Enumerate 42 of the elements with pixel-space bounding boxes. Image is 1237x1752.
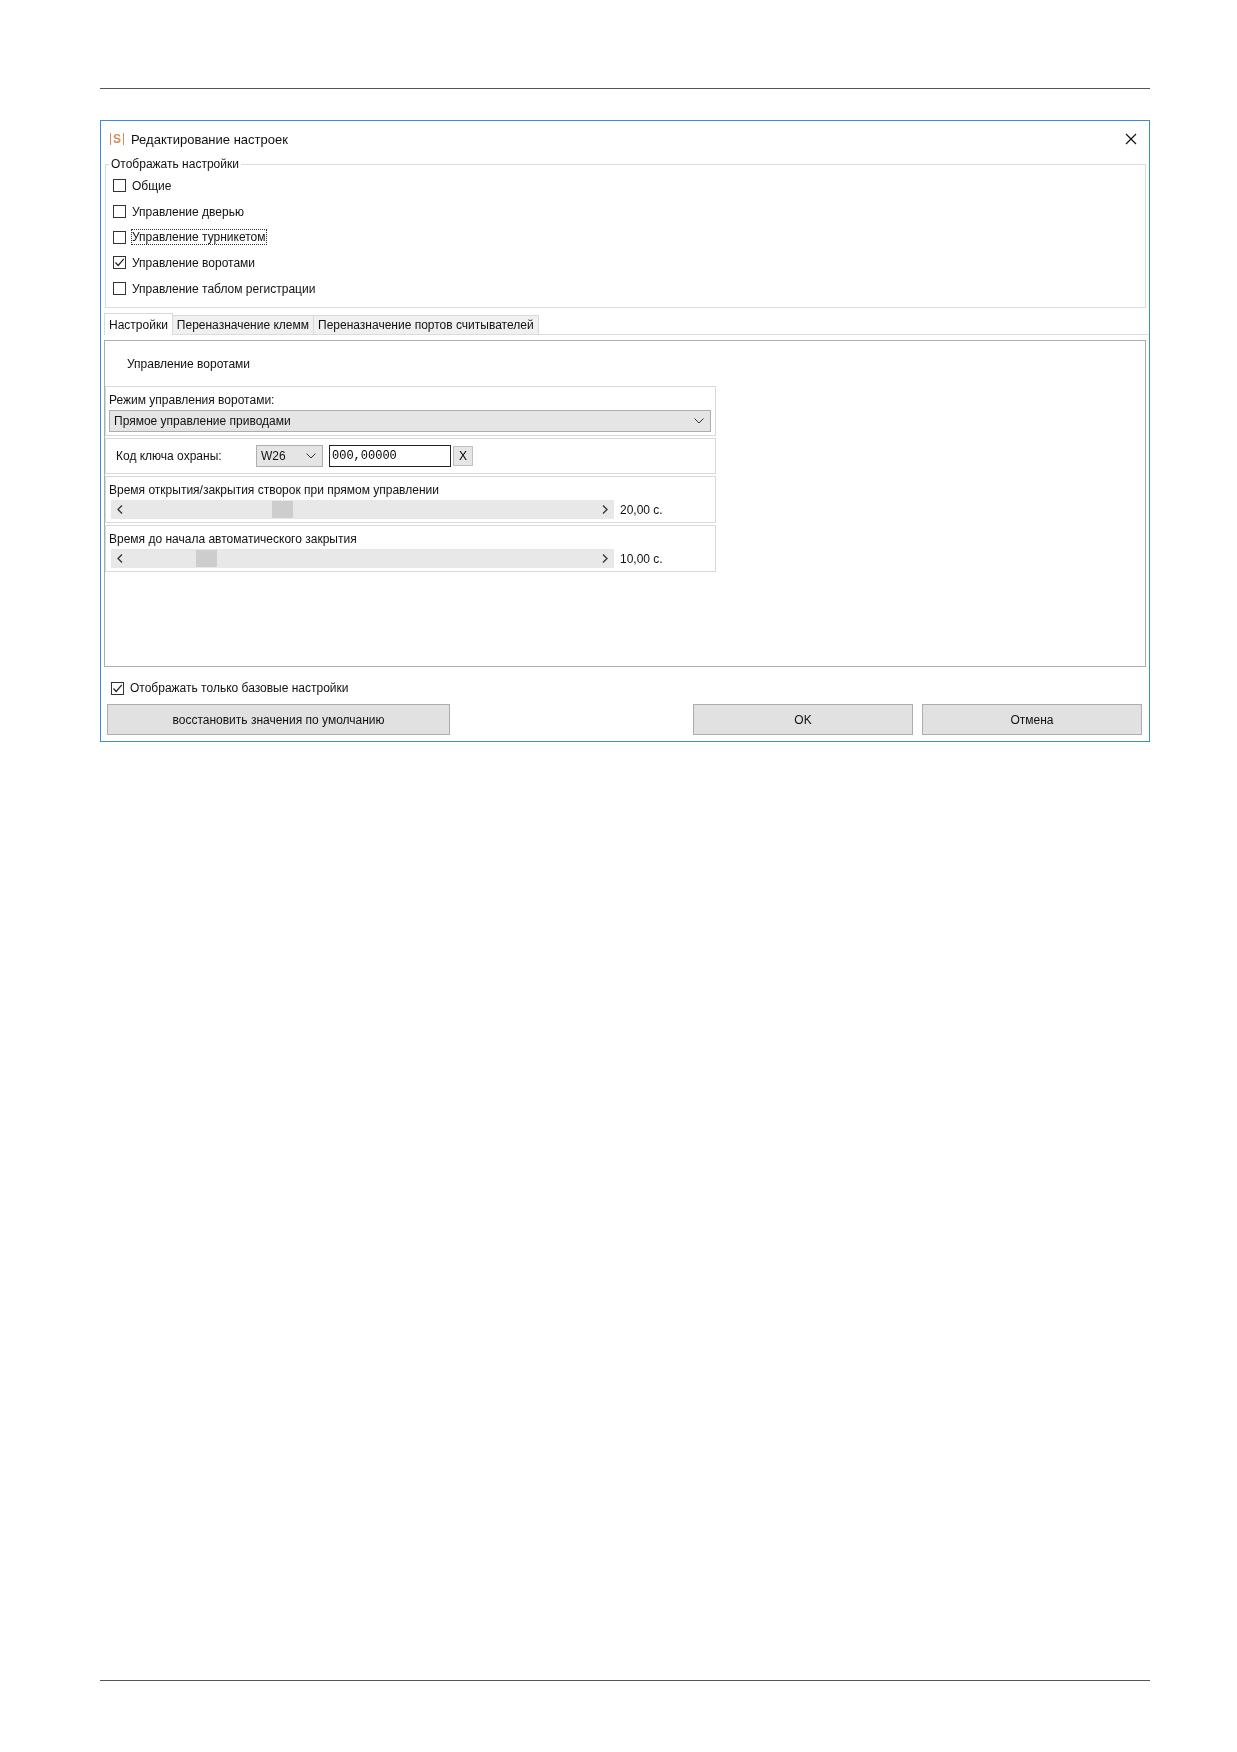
tab[interactable]: Настройки — [104, 313, 173, 336]
field-label: Режим управления воротами: — [109, 393, 276, 410]
checkbox[interactable] — [113, 282, 126, 296]
format-dropdown[interactable]: W26 — [256, 445, 323, 468]
chevron-down-icon — [694, 418, 704, 425]
slider-value: 20,00 с. — [620, 502, 663, 517]
restore-defaults-button[interactable]: восстановить значения по умолчанию — [107, 704, 450, 736]
close-icon[interactable] — [1125, 133, 1137, 145]
checkbox-label[interactable]: Управление таблом регистрации — [131, 280, 317, 297]
field-label: Время открытия/закрытия створок при прямом управлении — [109, 483, 440, 500]
cancel-button[interactable]: Отмена — [922, 704, 1142, 736]
checkbox[interactable] — [111, 681, 124, 695]
checkbox-label[interactable]: Управление турникетом — [131, 229, 267, 246]
checkbox-label[interactable]: Управление дверью — [131, 203, 245, 220]
mode-dropdown[interactable]: Прямое управление приводами — [109, 410, 711, 433]
checkbox[interactable] — [113, 230, 126, 244]
slider-thumb[interactable] — [271, 501, 293, 519]
section-title: Управление воротами — [126, 357, 252, 374]
checkbox-label[interactable]: Управление воротами — [131, 254, 257, 271]
checkbox[interactable] — [113, 205, 126, 219]
slider-track[interactable] — [111, 549, 614, 569]
slider-thumb[interactable] — [196, 550, 218, 568]
group-title: Отображать настройки — [110, 157, 240, 171]
checkbox[interactable] — [113, 179, 126, 193]
field-label: Код ключа охраны: — [116, 449, 223, 464]
checkbox[interactable] — [113, 256, 126, 270]
key-code-field[interactable]: 000,00000 — [329, 445, 451, 468]
checkbox-label[interactable]: Общие — [131, 177, 173, 194]
checkbox-label[interactable]: Отображать только базовые настройки — [129, 680, 350, 697]
tab[interactable]: Переназначение клемм — [171, 315, 315, 335]
chevron-left-icon[interactable] — [117, 554, 123, 564]
chevron-right-icon[interactable] — [602, 505, 608, 515]
field-label: Время до начала автоматического закрытия — [109, 532, 358, 549]
tab[interactable]: Переназначение портов считывателей — [313, 315, 539, 335]
clear-button[interactable]: X — [453, 446, 473, 467]
ok-button[interactable]: OK — [693, 704, 913, 736]
chevron-down-icon — [306, 453, 316, 460]
chevron-right-icon[interactable] — [602, 554, 608, 564]
window-title: Редактирование настроек — [131, 131, 288, 147]
slider-value: 10,00 с. — [620, 551, 663, 566]
chevron-left-icon[interactable] — [117, 505, 123, 515]
slider-track[interactable] — [111, 500, 614, 520]
